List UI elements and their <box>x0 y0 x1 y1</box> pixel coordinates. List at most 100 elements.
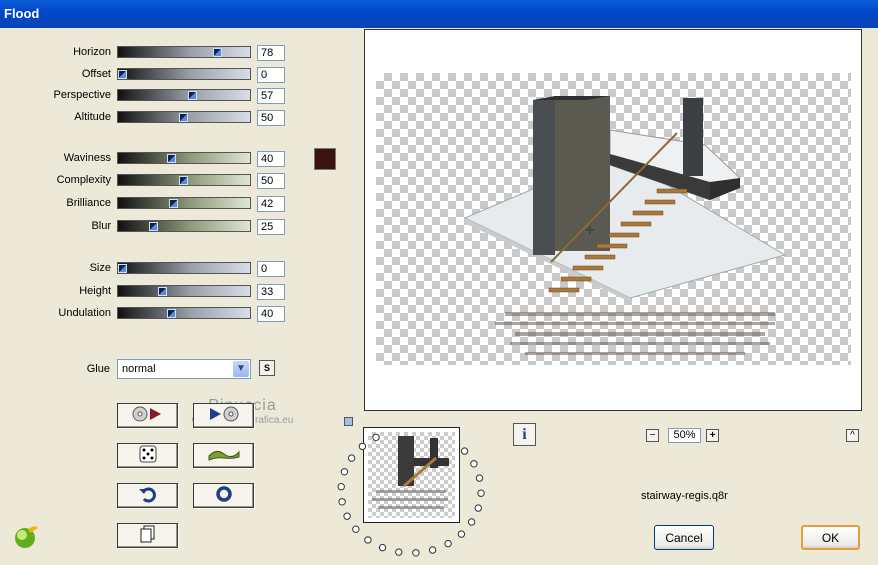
slider-label: Undulation <box>58 307 111 319</box>
undo-icon <box>138 484 158 507</box>
slider-value-field[interactable]: 42 <box>257 196 285 212</box>
dial-ring[interactable] <box>333 425 493 565</box>
play-cd-icon <box>207 405 241 426</box>
slider-thumb[interactable] <box>213 48 222 57</box>
slider-row-complexity: Complexity 50 <box>0 173 300 189</box>
slider-label: Waviness <box>63 152 111 164</box>
slider-row-waviness: Waviness 40 <box>0 151 300 167</box>
dial-dot[interactable] <box>352 525 360 533</box>
title-bar: Flood <box>0 0 878 28</box>
dial-dot[interactable] <box>477 489 485 497</box>
slider-track[interactable] <box>117 46 251 58</box>
slider-thumb[interactable] <box>118 264 127 273</box>
glue-value: normal <box>122 363 156 375</box>
slider-track[interactable] <box>117 152 251 164</box>
dial-dot[interactable] <box>337 483 345 491</box>
slider-value-field[interactable]: 50 <box>257 173 285 189</box>
slider-row-undulation: Undulation 40 <box>0 306 300 322</box>
slider-value-field[interactable]: 78 <box>257 45 285 61</box>
zoom-level: 50% <box>668 428 701 443</box>
slider-value-field[interactable]: 25 <box>257 219 285 235</box>
dial-dot[interactable] <box>338 498 346 506</box>
slider-thumb[interactable] <box>179 113 188 122</box>
slider-row-size: Size 0 <box>0 261 300 277</box>
main-preview[interactable] <box>364 29 862 411</box>
undo-button[interactable] <box>117 483 178 508</box>
zoom-in-button[interactable]: + <box>706 429 719 442</box>
slider-row-brilliance: Brilliance 42 <box>0 196 300 212</box>
collapse-button[interactable]: ^ <box>846 429 859 442</box>
slider-track[interactable] <box>117 285 251 297</box>
slider-thumb[interactable] <box>158 287 167 296</box>
slider-track[interactable] <box>117 174 251 186</box>
water-reflection <box>495 312 775 355</box>
slider-value-field[interactable]: 50 <box>257 110 285 126</box>
dial-dot[interactable] <box>358 442 367 451</box>
slider-row-height: Height 33 <box>0 284 300 300</box>
chevron-down-icon[interactable]: ▼ <box>233 361 249 377</box>
slider-track[interactable] <box>117 262 251 274</box>
slider-row-altitude: Altitude 50 <box>0 110 300 126</box>
dial-dot[interactable] <box>457 530 466 538</box>
dial-dot[interactable] <box>467 518 476 526</box>
slider-value-field[interactable]: 33 <box>257 284 285 300</box>
dial-dot[interactable] <box>340 468 349 476</box>
info-icon: i <box>522 425 527 443</box>
dial-dot[interactable] <box>364 536 372 544</box>
dial-dot[interactable] <box>460 447 469 455</box>
slider-thumb[interactable] <box>167 309 176 318</box>
slider-thumb[interactable] <box>188 91 197 100</box>
play-button[interactable] <box>193 403 254 428</box>
slider-thumb[interactable] <box>169 199 178 208</box>
zoom-out-button[interactable]: − <box>646 429 659 442</box>
dial-dot[interactable] <box>343 512 351 520</box>
slider-label: Complexity <box>56 174 111 186</box>
slider-thumb[interactable] <box>167 154 176 163</box>
dial-dot[interactable] <box>395 548 403 556</box>
slider-track[interactable] <box>117 68 251 80</box>
dial-dot[interactable] <box>428 546 437 554</box>
dial-dot[interactable] <box>474 504 483 512</box>
slider-track[interactable] <box>117 197 251 209</box>
slider-value-field[interactable]: 0 <box>257 261 285 277</box>
slider-row-horizon: Horizon 78 <box>0 45 300 61</box>
copy-button[interactable] <box>117 523 178 548</box>
slider-label: Perspective <box>53 89 111 101</box>
slider-thumb[interactable] <box>149 222 158 231</box>
dial-dot[interactable] <box>444 539 452 548</box>
random-button[interactable] <box>117 443 178 468</box>
slider-track[interactable] <box>117 89 251 101</box>
color-swatch[interactable] <box>314 148 336 170</box>
app-logo-icon <box>12 522 40 553</box>
slider-value-field[interactable]: 0 <box>257 67 285 83</box>
slider-thumb[interactable] <box>179 176 188 185</box>
slider-track[interactable] <box>117 220 251 232</box>
glue-label: Glue <box>86 363 110 375</box>
dial-dot[interactable] <box>347 454 356 462</box>
slider-value-field[interactable]: 40 <box>257 151 285 167</box>
slider-value-field[interactable]: 57 <box>257 88 285 104</box>
ok-button[interactable]: OK <box>801 525 860 550</box>
wave-icon <box>207 447 241 464</box>
slider-label: Altitude <box>74 111 111 123</box>
ring-button[interactable] <box>193 483 254 508</box>
dial-dot[interactable] <box>470 460 478 468</box>
info-button[interactable]: i <box>513 423 536 446</box>
slider-thumb[interactable] <box>118 70 127 79</box>
reset-button[interactable] <box>117 403 178 428</box>
cancel-button[interactable]: Cancel <box>654 525 714 550</box>
slider-track[interactable] <box>117 307 251 319</box>
dial-dot[interactable] <box>475 474 484 482</box>
copy-icon <box>138 524 158 547</box>
dial-dot[interactable] <box>412 549 420 557</box>
glue-select[interactable]: normal ▼ <box>117 359 251 379</box>
slider-label: Height <box>79 285 111 297</box>
slider-value-field[interactable]: 40 <box>257 306 285 322</box>
ring-icon <box>214 484 234 507</box>
slider-row-perspective: Perspective 57 <box>0 88 300 104</box>
dial-dot[interactable] <box>378 543 387 552</box>
glue-s-button[interactable]: S <box>259 360 275 376</box>
slider-track[interactable] <box>117 111 251 123</box>
wave-button[interactable] <box>193 443 254 468</box>
dial-dot[interactable] <box>372 433 380 442</box>
